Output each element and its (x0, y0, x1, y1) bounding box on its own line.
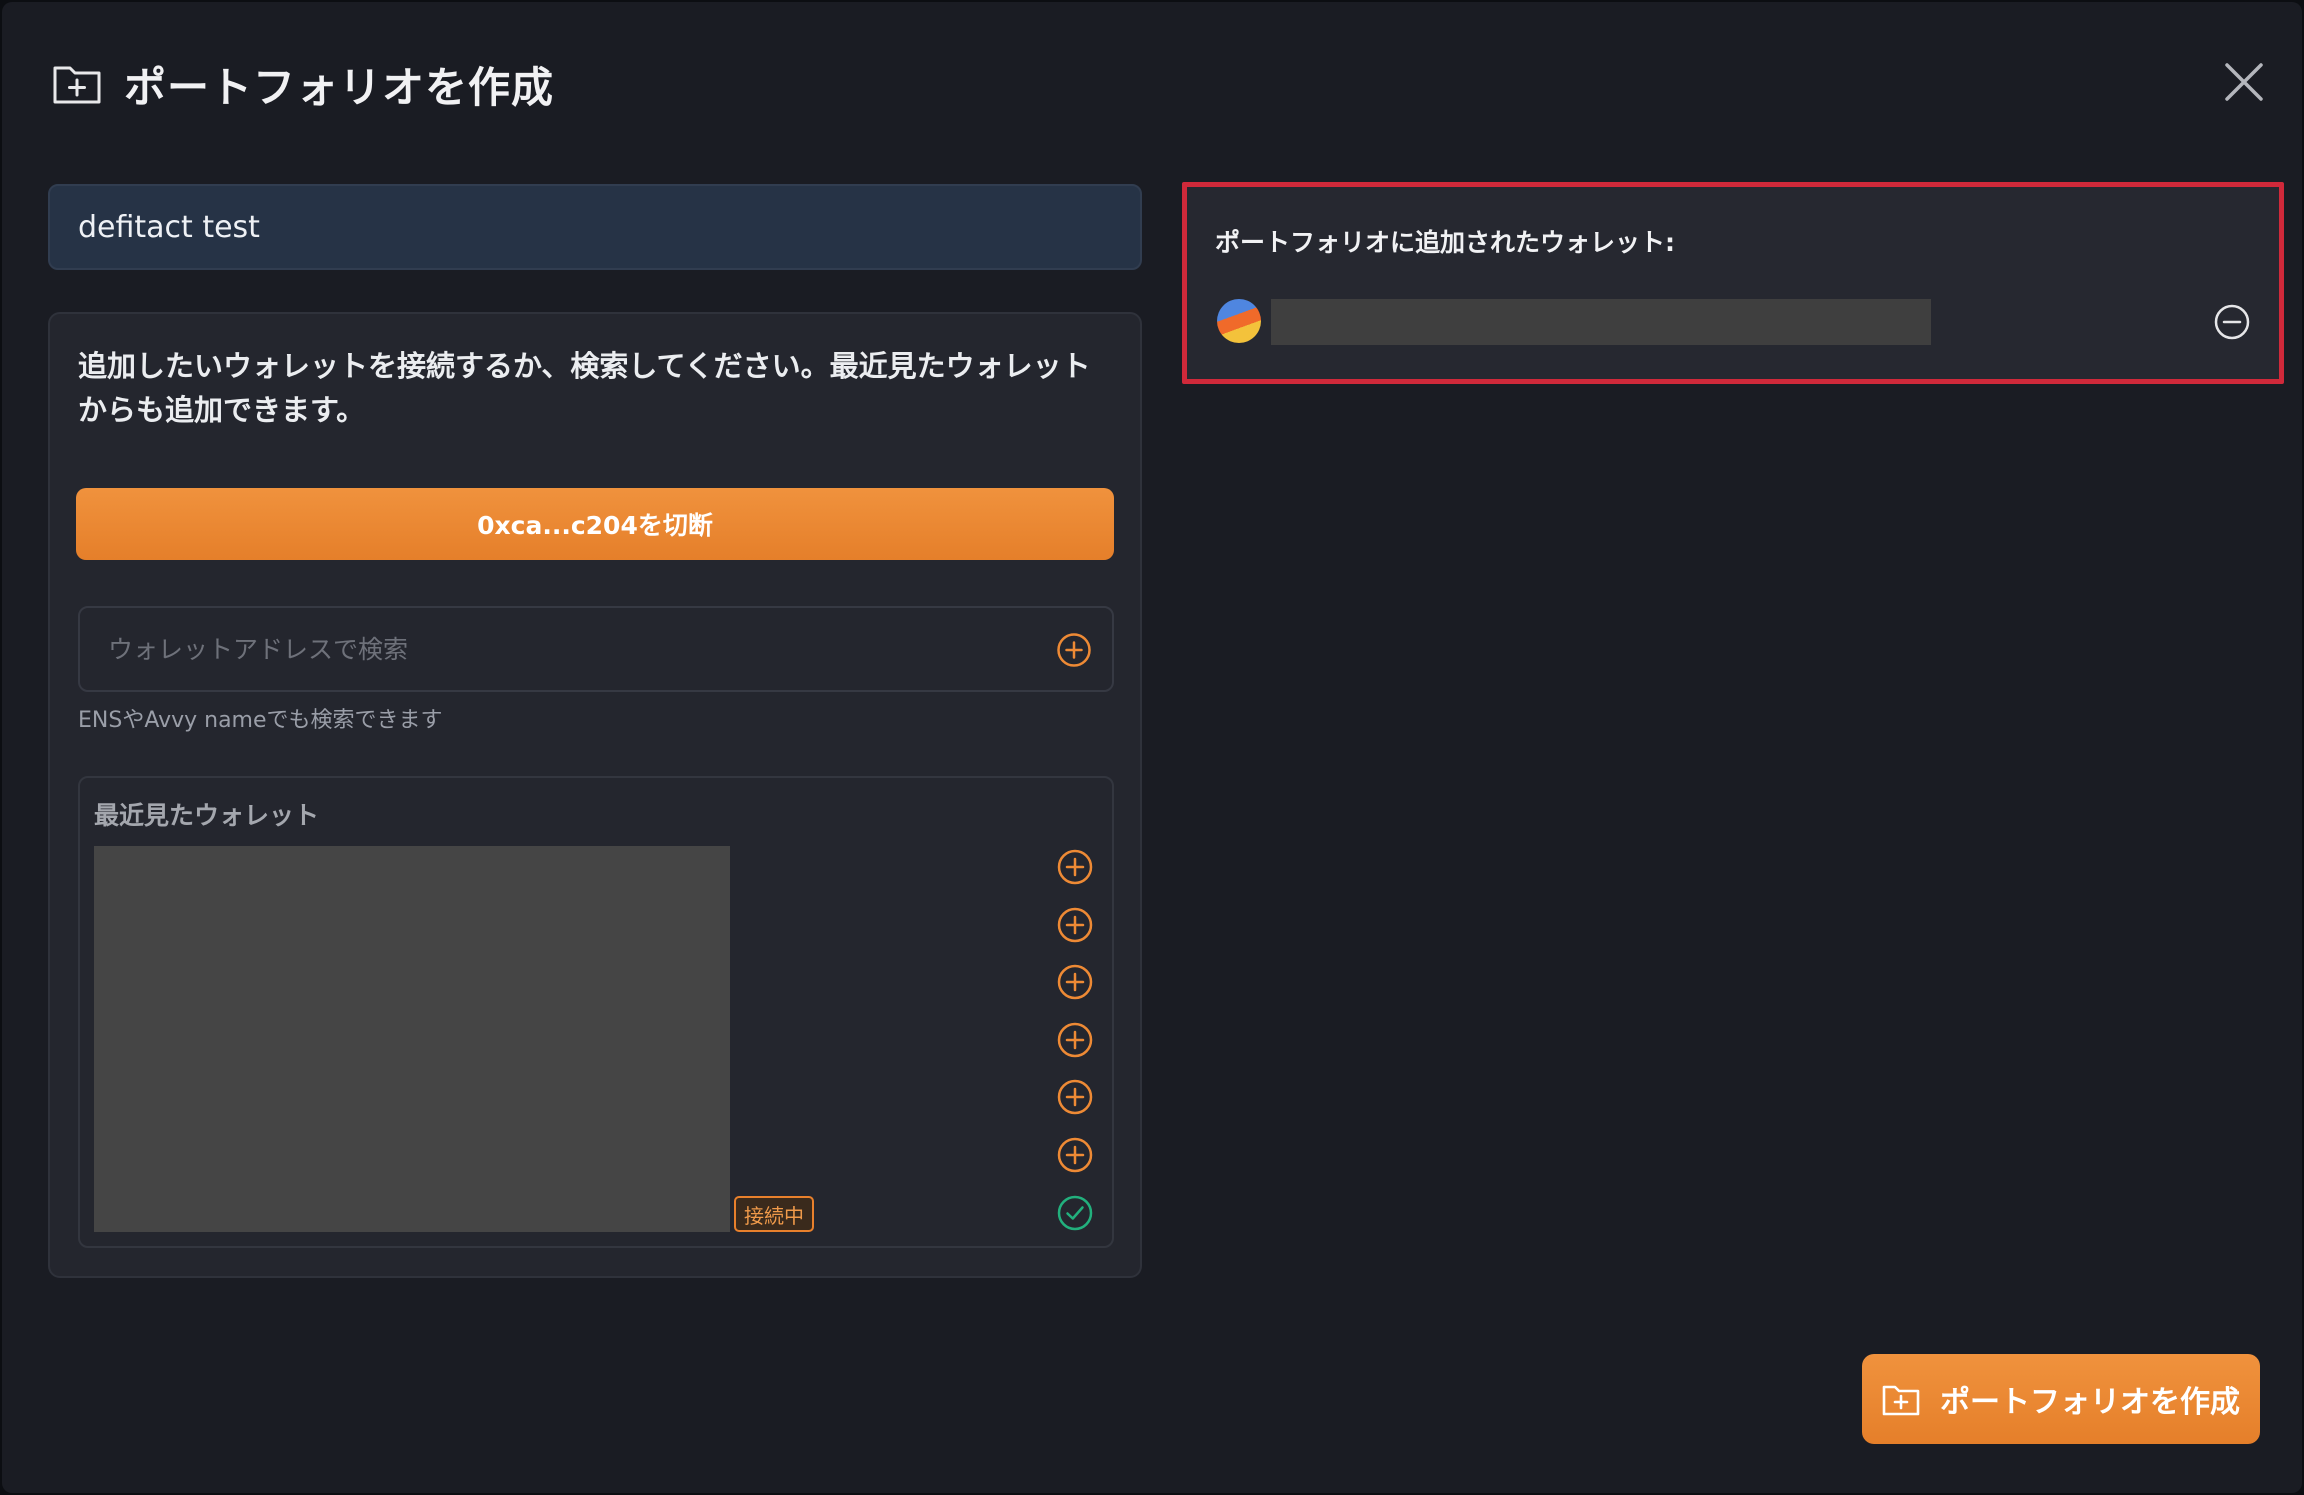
plus-circle-icon[interactable] (1056, 1078, 1094, 1116)
close-button[interactable] (2220, 58, 2268, 106)
connected-badge: 接続中 (734, 1196, 814, 1232)
plus-circle-icon[interactable] (1056, 1136, 1094, 1174)
added-wallets-panel: ポートフォリオに追加されたウォレット: (1182, 182, 2284, 384)
create-portfolio-button[interactable]: ポートフォリオを作成 (1862, 1354, 2260, 1444)
create-portfolio-button-label: ポートフォリオを作成 (1940, 1385, 2240, 1420)
recent-wallets-box: 最近見たウォレット 接続中 (78, 776, 1114, 1248)
folder-plus-icon (1882, 1385, 1920, 1416)
close-icon (2225, 63, 2263, 101)
modal-title: ポートフォリオを作成 (124, 62, 555, 112)
plus-circle-icon[interactable] (1056, 632, 1092, 668)
portfolio-name-input[interactable] (48, 184, 1142, 270)
add-wallet-instructions: 追加したいウォレットを接続するか、検索してください。最近見たウォレットからも追加… (78, 349, 1091, 427)
plus-circle-icon[interactable] (1056, 906, 1094, 944)
folder-plus-icon (53, 66, 101, 104)
redacted-wallet-list (94, 846, 730, 1232)
create-portfolio-modal: ポートフォリオを作成 追加したいウォレットを接続するか、検索してください。最近見… (2, 2, 2302, 1493)
redacted-wallet-address (1271, 299, 1931, 345)
search-hint: ENSやAvvy nameでも検索できます (78, 708, 443, 733)
plus-circle-icon[interactable] (1056, 848, 1094, 886)
wallet-address-search-input[interactable] (108, 608, 1008, 690)
minus-circle-icon[interactable] (2213, 303, 2251, 341)
add-wallet-panel: 追加したいウォレットを接続するか、検索してください。最近見たウォレットからも追加… (48, 312, 1142, 1278)
added-wallets-title: ポートフォリオに追加されたウォレット: (1215, 228, 1675, 257)
wallet-search-box (78, 606, 1114, 692)
plus-circle-icon[interactable] (1056, 963, 1094, 1001)
disconnect-wallet-button[interactable]: 0xca...c204を切断 (76, 488, 1114, 560)
recent-wallets-title: 最近見たウォレット (94, 801, 320, 830)
plus-circle-icon[interactable] (1056, 1021, 1094, 1059)
check-circle-icon[interactable] (1056, 1194, 1094, 1232)
wallet-avatar (1217, 299, 1261, 343)
modal-header: ポートフォリオを作成 (52, 54, 554, 114)
